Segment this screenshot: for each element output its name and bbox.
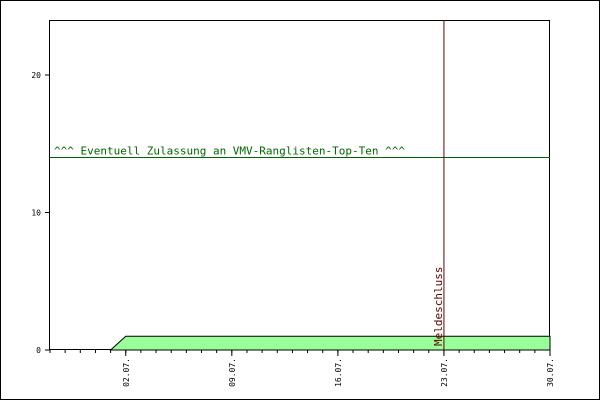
x-tick-label: 16.07. <box>334 358 343 387</box>
series-area-0 <box>109 335 551 351</box>
series-area-layer <box>109 335 551 351</box>
y-tick-label: 10 <box>31 209 41 218</box>
threshold-label: ^^^ Eventuell Zulassung an VMV-Rangliste… <box>54 145 405 158</box>
x-tick-label: 02.07. <box>122 358 131 387</box>
chart: ^^^ Eventuell Zulassung an VMV-Rangliste… <box>0 0 600 400</box>
y-tick-label: 0 <box>36 346 41 355</box>
x-tick-label: 30.07. <box>546 358 555 387</box>
x-tick-label: 23.07. <box>440 358 449 387</box>
x-tick-label: 09.07. <box>228 358 237 387</box>
y-tick-label: 20 <box>31 71 41 80</box>
deadline-label: Meldeschluss <box>432 267 445 346</box>
